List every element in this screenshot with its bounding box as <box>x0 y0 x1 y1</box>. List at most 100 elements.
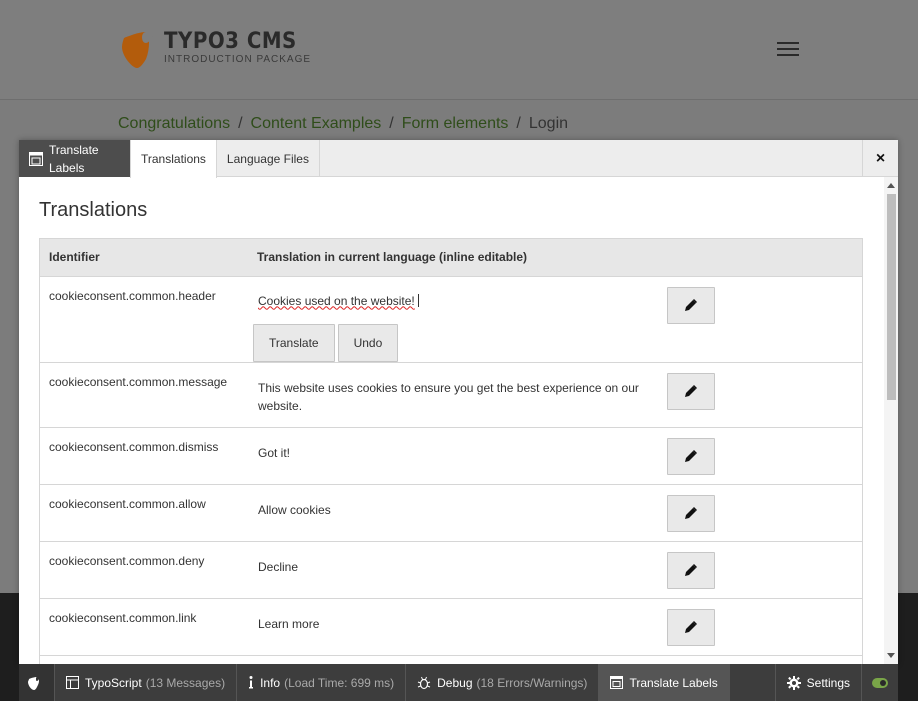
column-header-actions <box>661 239 862 276</box>
inline-actions: Translate Undo <box>253 323 651 362</box>
column-header-translation: Translation in current language (inline … <box>257 250 528 265</box>
breadcrumb-separator: / <box>516 115 521 132</box>
typoscript-meta: (13 Messages) <box>145 675 226 690</box>
table-row: cookieconsent.common.header Cookies used… <box>40 275 862 362</box>
row-edit-cell <box>661 426 862 484</box>
row-edit-cell <box>661 597 862 655</box>
row-edit-cell <box>661 275 862 362</box>
typo3-logo-icon <box>122 32 153 68</box>
site-header: TYPO3 CMS INTRODUCTION PACKAGE <box>0 0 918 100</box>
breadcrumb-item[interactable]: Content Examples <box>251 115 382 133</box>
logo-subtitle: INTRODUCTION PACKAGE <box>164 54 312 65</box>
pencil-icon <box>685 621 697 633</box>
breadcrumb-item[interactable]: Form elements <box>402 115 509 133</box>
translate-button[interactable]: Translate <box>253 323 335 362</box>
gear-icon <box>786 675 801 690</box>
typoscript-icon <box>66 676 79 689</box>
logo-title: TYPO3 CMS <box>164 29 297 54</box>
scrollbar-thumb[interactable] <box>887 194 896 400</box>
toggle-switch-icon <box>872 677 888 688</box>
pencil-icon <box>685 507 697 519</box>
admin-panel-bar: TypoScript (13 Messages) Info (Load Time… <box>19 664 898 701</box>
breadcrumb-separator: / <box>238 115 243 132</box>
pencil-icon <box>685 564 697 576</box>
table-row: cookieconsent.common.dismiss Got it! <box>40 426 862 484</box>
row-identifier: cookieconsent.common.link <box>40 597 248 655</box>
debug-module[interactable]: Debug (18 Errors/Warnings) <box>406 664 600 701</box>
row-value[interactable]: Learn more <box>253 615 651 633</box>
typoscript-module[interactable]: TypoScript (13 Messages) <box>55 664 238 701</box>
admin-panel-toggle[interactable] <box>862 664 898 701</box>
row-identifier: cookieconsent.common.header <box>40 275 248 362</box>
row-value-cell <box>248 654 661 664</box>
column-header-identifier: Identifier <box>49 250 100 265</box>
vertical-scrollbar[interactable] <box>884 177 898 664</box>
tab-translations[interactable]: Translations <box>130 140 217 178</box>
row-value[interactable]: This website uses cookies to ensure you … <box>253 379 651 415</box>
row-value[interactable]: Allow cookies <box>253 501 651 519</box>
translate-labels-icon <box>29 151 43 166</box>
bar-spacer <box>730 664 775 701</box>
table-row: cookieconsent.common.link Learn more <box>40 597 862 655</box>
edit-button[interactable] <box>667 286 715 324</box>
edit-button[interactable] <box>667 608 715 646</box>
row-value-cell: Got it! <box>248 426 661 484</box>
row-value-cell: Decline <box>248 540 661 598</box>
row-edit-cell <box>661 540 862 598</box>
table-row <box>40 654 862 664</box>
typo3-logo-button[interactable] <box>19 664 55 701</box>
row-value-cell: Learn more <box>248 597 661 655</box>
info-meta: (Load Time: 699 ms) <box>284 675 395 690</box>
inline-edit-text[interactable]: Cookies used on the website! <box>258 294 415 308</box>
translate-labels-module[interactable]: Translate Labels <box>599 664 730 701</box>
pencil-icon <box>685 450 697 462</box>
table-row: cookieconsent.common.allow Allow cookies <box>40 483 862 541</box>
brand-label: Translate Labels <box>49 142 99 175</box>
row-identifier: cookieconsent.common.deny <box>40 540 248 598</box>
table-row: cookieconsent.common.message This websit… <box>40 361 862 427</box>
typo3-logo[interactable]: TYPO3 CMS INTRODUCTION PACKAGE <box>118 30 311 68</box>
text-caret <box>417 293 419 307</box>
translate-labels-brand: Translate Labels <box>19 140 130 177</box>
row-edit-cell <box>661 654 862 664</box>
edit-button[interactable] <box>667 372 715 410</box>
inline-edit-field[interactable]: Cookies used on the website! <box>253 292 651 310</box>
info-module[interactable]: Info (Load Time: 699 ms) <box>237 664 407 701</box>
menu-hamburger-icon[interactable] <box>777 42 799 58</box>
edit-button[interactable] <box>667 494 715 532</box>
settings-module[interactable]: Settings <box>774 664 862 701</box>
edit-button[interactable] <box>667 437 715 475</box>
typo3-icon <box>27 676 39 690</box>
typoscript-label: TypoScript <box>85 675 142 690</box>
modal-body: Translations Identifier Translation in c… <box>19 177 884 664</box>
row-value[interactable]: Decline <box>253 558 651 576</box>
table-row: cookieconsent.common.deny Decline <box>40 540 862 598</box>
row-identifier: cookieconsent.common.dismiss <box>40 426 248 484</box>
table-header-row: Identifier Translation in current langua… <box>40 239 862 276</box>
row-value[interactable]: Got it! <box>253 444 651 462</box>
info-label: Info <box>260 675 281 690</box>
settings-label: Settings <box>806 675 850 690</box>
breadcrumb-separator: / <box>389 115 394 132</box>
row-identifier <box>40 654 248 664</box>
info-icon <box>249 676 254 689</box>
breadcrumb-item[interactable]: Congratulations <box>118 115 230 133</box>
row-identifier: cookieconsent.common.message <box>40 361 248 427</box>
translate-labels-icon <box>610 676 624 689</box>
breadcrumb-current: Login <box>528 115 569 132</box>
section-title: Translations <box>39 199 148 221</box>
debug-meta: (18 Errors/Warnings) <box>476 675 588 690</box>
close-button[interactable]: × <box>862 140 898 177</box>
tab-language-files[interactable]: Language Files <box>217 140 320 177</box>
scroll-up-arrow-icon[interactable] <box>887 183 895 188</box>
bug-icon <box>417 676 431 689</box>
scroll-down-arrow-icon[interactable] <box>887 653 895 658</box>
translations-table: Identifier Translation in current langua… <box>39 238 863 664</box>
modal-tab-bar: Translate Labels Translations Language F… <box>19 140 898 178</box>
pencil-icon <box>685 299 697 311</box>
row-value-cell: This website uses cookies to ensure you … <box>248 361 661 427</box>
row-edit-cell <box>661 361 862 427</box>
row-value-cell: Allow cookies <box>248 483 661 541</box>
edit-button[interactable] <box>667 551 715 589</box>
undo-button[interactable]: Undo <box>337 323 399 362</box>
